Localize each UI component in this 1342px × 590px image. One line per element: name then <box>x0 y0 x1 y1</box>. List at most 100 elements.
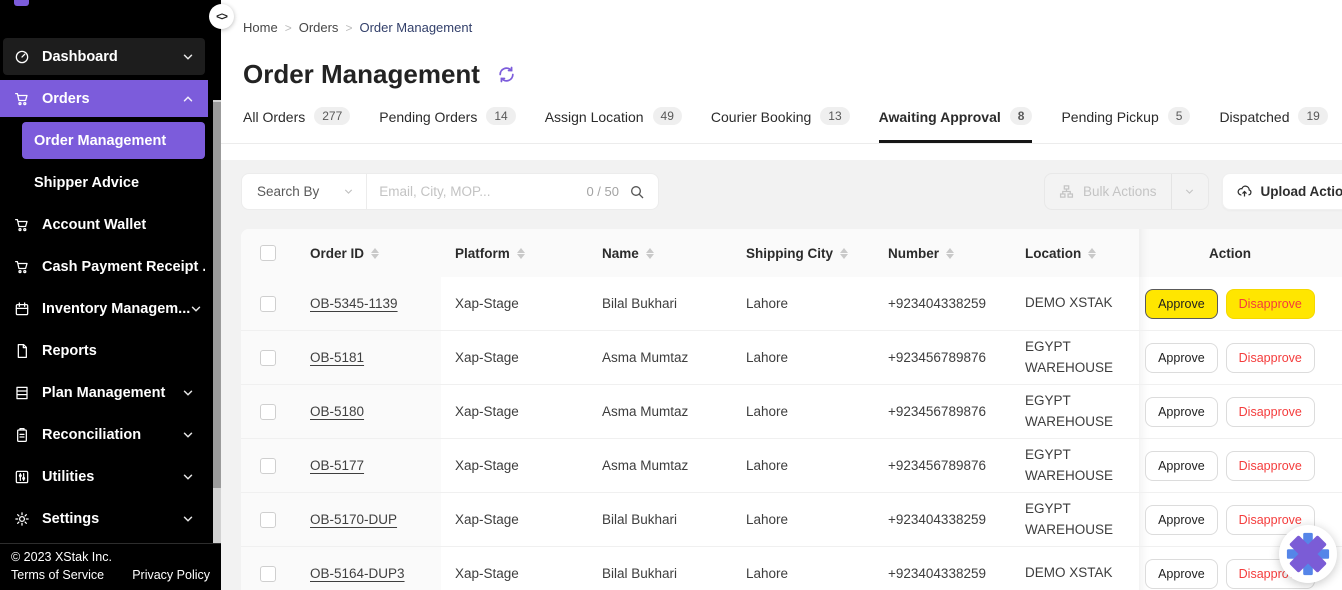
breadcrumb-home[interactable]: Home <box>243 20 299 35</box>
approve-button[interactable]: Approve <box>1145 559 1218 589</box>
sidebar-item-account-wallet[interactable]: Account Wallet <box>3 206 205 243</box>
sort-icon[interactable] <box>371 248 379 259</box>
tab-count-badge: 49 <box>653 107 682 125</box>
select-all-checkbox[interactable] <box>260 245 276 261</box>
breadcrumb-orders[interactable]: Orders <box>299 20 360 35</box>
breadcrumb: HomeOrdersOrder Management <box>221 0 1342 35</box>
sort-icon[interactable] <box>1088 248 1096 259</box>
sort-icon[interactable] <box>946 248 954 259</box>
sidebar-collapse-button[interactable]: <> <box>209 4 234 29</box>
row-checkbox[interactable] <box>260 296 276 312</box>
row-checkbox[interactable] <box>260 512 276 528</box>
order-id-link[interactable]: OB-5345-1139 <box>310 296 398 311</box>
table-body: OB-5345-1139Xap-StageBilal BukhariLahore… <box>241 277 1342 590</box>
location-cell: DEMO XSTAK <box>1011 277 1139 330</box>
column-header-name[interactable]: Name <box>588 229 732 277</box>
orders-table: Order IDPlatformNameShipping CityNumberL… <box>241 229 1342 590</box>
chevron-down-icon <box>182 51 194 63</box>
terms-of-service-link[interactable]: Terms of Service <box>11 568 104 582</box>
approve-button[interactable]: Approve <box>1145 343 1218 373</box>
order-id-link[interactable]: OB-5177 <box>310 458 364 473</box>
sidebar-item-shipper-advice[interactable]: Shipper Advice <box>22 164 205 201</box>
floating-brand-widget[interactable] <box>1279 525 1337 583</box>
search-icon[interactable] <box>629 184 658 200</box>
sidebar-item-label: Shipper Advice <box>34 175 139 191</box>
search-by-dropdown[interactable]: Search By <box>242 174 366 209</box>
disapprove-button[interactable]: Disapprove <box>1226 343 1315 373</box>
tab-assign-location[interactable]: Assign Location49 <box>545 107 682 143</box>
main-content: <> HomeOrdersOrder Management Order Mana… <box>221 0 1342 590</box>
sidebar-item-inventory-managem[interactable]: Inventory Managem... <box>3 290 205 327</box>
approve-button[interactable]: Approve <box>1145 451 1218 481</box>
sidebar-item-orders[interactable]: Orders <box>0 80 208 117</box>
sidebar-item-plan-management[interactable]: Plan Management <box>3 374 205 411</box>
sort-icon[interactable] <box>840 248 848 259</box>
column-header-order-id[interactable]: Order ID <box>296 229 441 277</box>
chevron-down-icon <box>190 303 202 315</box>
disapprove-button[interactable]: Disapprove <box>1226 397 1315 427</box>
upload-actions-button[interactable]: Upload Actions <box>1223 174 1342 209</box>
sidebar-item-utilities[interactable]: Utilities <box>3 458 205 495</box>
sidebar-item-label: Reports <box>42 343 97 359</box>
approve-button[interactable]: Approve <box>1145 397 1218 427</box>
refresh-icon[interactable] <box>497 65 516 84</box>
column-header-number[interactable]: Number <box>874 229 1011 277</box>
disapprove-button[interactable]: Disapprove <box>1226 451 1315 481</box>
number-cell: +923456789876 <box>874 439 1011 492</box>
chevron-down-icon <box>1184 186 1195 197</box>
bulk-actions-dropdown[interactable] <box>1172 174 1208 209</box>
column-header-shipping-city[interactable]: Shipping City <box>732 229 874 277</box>
number-cell: +923456789876 <box>874 331 1011 384</box>
name-cell: Asma Mumtaz <box>588 439 732 492</box>
sidebar-scrollbar-thumb[interactable] <box>213 102 221 488</box>
disapprove-button[interactable]: Disapprove <box>1226 289 1315 319</box>
search-input[interactable] <box>367 184 586 199</box>
column-header-action: Action <box>1139 229 1321 277</box>
tab-dispatched[interactable]: Dispatched19 <box>1219 107 1327 143</box>
platform-cell: Xap-Stage <box>441 493 588 546</box>
sidebar-item-cash-payment-receipt[interactable]: Cash Payment Receipt ... <box>3 248 205 285</box>
tab-label: Pending Orders <box>379 109 477 125</box>
name-cell: Asma Mumtaz <box>588 385 732 438</box>
sidebar-item-reconciliation[interactable]: Reconciliation <box>3 416 205 453</box>
order-id-link[interactable]: OB-5181 <box>310 350 364 365</box>
sidebar-item-reports[interactable]: Reports <box>3 332 205 369</box>
tab-label: All Orders <box>243 109 305 125</box>
sidebar-item-label: Reconciliation <box>42 427 141 443</box>
column-header-platform[interactable]: Platform <box>441 229 588 277</box>
privacy-policy-link[interactable]: Privacy Policy <box>132 568 210 582</box>
sidebar-item-settings[interactable]: Settings <box>3 500 205 537</box>
bulk-actions-button[interactable]: Bulk Actions <box>1045 174 1171 209</box>
tab-pending-orders[interactable]: Pending Orders14 <box>379 107 515 143</box>
tab-awaiting-approval[interactable]: Awaiting Approval8 <box>879 107 1033 143</box>
tab-courier-booking[interactable]: Courier Booking13 <box>711 107 850 143</box>
sidebar-item-order-management[interactable]: Order Management <box>22 122 205 159</box>
location-cell: EGYPT WAREHOUSE <box>1011 385 1139 438</box>
bulk-actions-group: Bulk Actions <box>1044 173 1209 210</box>
sidebar-item-label: Utilities <box>42 469 94 485</box>
sidebar-scrollbar[interactable] <box>213 100 221 590</box>
sort-icon[interactable] <box>646 248 654 259</box>
order-id-link[interactable]: OB-5180 <box>310 404 364 419</box>
tab-pending-pickup[interactable]: Pending Pickup5 <box>1061 107 1190 143</box>
row-checkbox[interactable] <box>260 404 276 420</box>
sort-icon[interactable] <box>517 248 525 259</box>
cart-icon <box>14 91 30 107</box>
tab-all-orders[interactable]: All Orders277 <box>243 107 350 143</box>
tab-label: Courier Booking <box>711 109 811 125</box>
row-checkbox[interactable] <box>260 458 276 474</box>
sidebar-item-dashboard[interactable]: Dashboard <box>3 38 205 75</box>
name-cell: Bilal Bukhari <box>588 277 732 330</box>
gauge-icon <box>14 49 30 65</box>
sidebar-item-label: Settings <box>42 511 99 527</box>
order-id-link[interactable]: OB-5170-DUP <box>310 512 397 527</box>
row-checkbox[interactable] <box>260 566 276 582</box>
approve-button[interactable]: Approve <box>1145 505 1218 535</box>
approve-button[interactable]: Approve <box>1145 289 1218 319</box>
platform-cell: Xap-Stage <box>441 277 588 330</box>
platform-cell: Xap-Stage <box>441 331 588 384</box>
row-checkbox[interactable] <box>260 350 276 366</box>
order-id-link[interactable]: OB-5164-DUP3 <box>310 566 405 581</box>
table-row-ob-5177: OB-5177Xap-StageAsma MumtazLahore+923456… <box>241 439 1342 493</box>
column-header-location[interactable]: Location <box>1011 229 1139 277</box>
